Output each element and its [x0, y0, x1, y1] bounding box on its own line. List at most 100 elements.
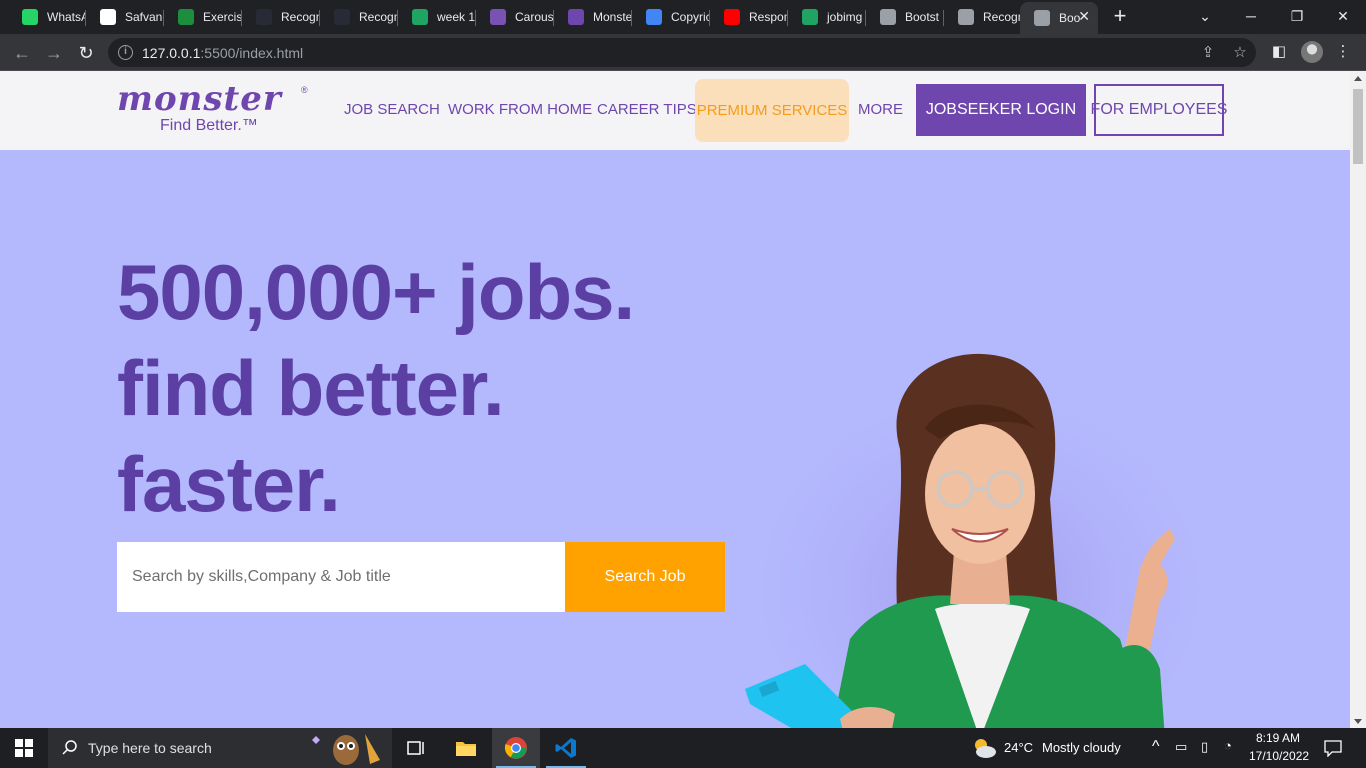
whatsapp-icon [22, 9, 38, 25]
bootstrap-icon [490, 9, 506, 25]
tab-search-icon[interactable]: ⌄ [1182, 0, 1228, 32]
restore-icon[interactable]: ❐ [1274, 0, 1320, 32]
usb-device-icon[interactable]: ▯ [1201, 739, 1208, 755]
search-icon [62, 740, 77, 755]
w3-icon [178, 9, 194, 25]
nav-job-search[interactable]: JOB SEARCH [344, 101, 440, 118]
address-bar[interactable]: i 127.0.0.1:5500/index.html ⇪ ☆ [108, 38, 1256, 67]
browser-tab[interactable]: Recogn [242, 2, 320, 32]
nav-career-tips[interactable]: CAREER TIPS [597, 101, 697, 118]
menu-kebab-icon[interactable]: ⋮ [1332, 41, 1354, 63]
weather-cloudy-icon[interactable] [970, 736, 998, 760]
taskbar-date[interactable]: 17/10/2022 [1249, 749, 1309, 763]
side-panel-icon[interactable]: ◧ [1268, 41, 1290, 63]
hero-woman-image [745, 353, 1210, 728]
browser-tab-strip: WhatsA Safvan Exercis Recogn Recogn week 1 Car… [0, 0, 1366, 34]
site-info-icon[interactable]: i [118, 45, 133, 60]
logo-tagline: Find Better.™ [160, 117, 258, 134]
browser-toolbar: ← → ↻ i 127.0.0.1:5500/index.html ⇪ ☆ ◧ … [0, 34, 1366, 71]
minimize-icon[interactable]: ─ [1228, 0, 1274, 32]
reload-icon[interactable]: ↻ [74, 41, 98, 65]
weather-temperature[interactable]: 24°C [1004, 740, 1033, 755]
browser-tab[interactable]: week 1 [398, 2, 476, 32]
browser-tab[interactable]: Bootst [866, 2, 944, 32]
share-icon[interactable]: ⇪ [1198, 43, 1218, 63]
browser-tab[interactable]: Monste [554, 2, 632, 32]
browser-tab[interactable]: Boo ✕ [1020, 2, 1098, 34]
owl-search-highlight-icon [312, 734, 380, 765]
browser-tab-label: Recogn [359, 10, 398, 24]
nav-more[interactable]: MORE [858, 101, 903, 118]
close-window-icon[interactable]: ✕ [1320, 0, 1366, 32]
hero-heading-line-1: 500,000+ jobs. [117, 248, 635, 336]
browser-tab-label: Bootst [905, 10, 940, 24]
battery-icon[interactable]: ▭ [1175, 739, 1187, 755]
tray-chevron-up-icon[interactable]: ^ [1152, 738, 1160, 756]
browser-tab-label: Recogn [983, 10, 1022, 24]
vscode-taskbar-icon[interactable] [542, 728, 590, 768]
browser-tab-label: Boo [1059, 11, 1081, 25]
browser-tab-label: Copyric [671, 10, 710, 24]
browser-tab-label: WhatsA [47, 10, 86, 24]
windows-start-icon[interactable] [0, 728, 48, 768]
taskbar-search-placeholder: Type here to search [88, 740, 212, 756]
task-view-icon[interactable] [392, 728, 440, 768]
browser-tab[interactable]: Carous [476, 2, 554, 32]
youtube-icon [724, 9, 740, 25]
scrollbar-thumb[interactable] [1353, 89, 1363, 164]
browser-tab-label: week 1 [437, 10, 476, 24]
for-employees-button[interactable]: FOR EMPLOYEES [1091, 84, 1227, 136]
monster-icon [568, 9, 584, 25]
forward-icon[interactable]: → [42, 41, 66, 65]
page-scrollbar[interactable] [1350, 71, 1366, 728]
google-drive-icon [802, 9, 818, 25]
globe-icon [1034, 10, 1050, 26]
wifi-icon[interactable]: ◔ [1224, 738, 1232, 753]
browser-tab[interactable]: Copyric [632, 2, 710, 32]
browser-tab[interactable]: jobimg [788, 2, 866, 32]
weather-description[interactable]: Mostly cloudy [1042, 740, 1121, 755]
site-header: monster ® Find Better.™ JOB SEARCH WORK … [0, 71, 1350, 150]
profile-avatar[interactable] [1301, 41, 1323, 63]
google-drive-icon [412, 9, 428, 25]
browser-tab[interactable]: Recogn [320, 2, 398, 32]
notifications-icon[interactable] [1324, 739, 1342, 757]
w3schools-icon [334, 9, 350, 25]
back-icon[interactable]: ← [10, 41, 34, 65]
browser-tab-label: Exercis [203, 10, 242, 24]
close-tab-icon[interactable]: ✕ [1078, 8, 1090, 25]
taskbar-time[interactable]: 8:19 AM [1256, 731, 1300, 745]
hero-heading-line-2: find better. [117, 344, 505, 432]
browser-tab-label: Monste [593, 10, 632, 24]
new-tab-button[interactable]: + [1108, 4, 1132, 28]
taskbar-search-box[interactable]: Type here to search [48, 728, 392, 768]
globe-icon [880, 9, 896, 25]
file-explorer-icon[interactable] [442, 728, 490, 768]
logo-registered-mark: ® [301, 85, 308, 95]
scroll-up-arrow-icon[interactable] [1354, 76, 1362, 81]
windows-taskbar: Type here to search 24°C Mostly cloudy ^… [0, 728, 1366, 768]
job-search-input[interactable] [117, 542, 565, 612]
browser-tab-label: Recogn [281, 10, 320, 24]
chrome-taskbar-icon[interactable] [492, 728, 540, 768]
browser-tab[interactable]: Safvan [86, 2, 164, 32]
github-icon [100, 9, 116, 25]
browser-tab[interactable]: Exercis [164, 2, 242, 32]
browser-tab-label: Respon [749, 10, 788, 24]
address-url[interactable]: 127.0.0.1:5500/index.html [142, 45, 303, 61]
jobseeker-login-button[interactable]: JOBSEEKER LOGIN [916, 84, 1086, 136]
bookmark-star-icon[interactable]: ☆ [1230, 43, 1250, 63]
search-job-button[interactable]: Search Job [565, 542, 725, 612]
nav-work-from-home[interactable]: WORK FROM HOME [448, 101, 592, 118]
browser-tab[interactable]: Respon [710, 2, 788, 32]
browser-tab-label: Safvan [125, 10, 163, 24]
browser-tab-label: jobimg [827, 10, 863, 24]
browser-tab[interactable]: WhatsA [8, 2, 86, 32]
browser-tab-label: Carous [515, 10, 554, 24]
monster-logo[interactable]: monster ® Find Better.™ [117, 79, 317, 139]
nav-premium-services[interactable]: PREMIUM SERVICES [695, 79, 849, 142]
w3schools-icon [256, 9, 272, 25]
hero-heading-line-3: faster. [117, 440, 341, 528]
browser-tab[interactable]: Recogn [944, 2, 1022, 32]
scroll-down-arrow-icon[interactable] [1354, 719, 1362, 724]
